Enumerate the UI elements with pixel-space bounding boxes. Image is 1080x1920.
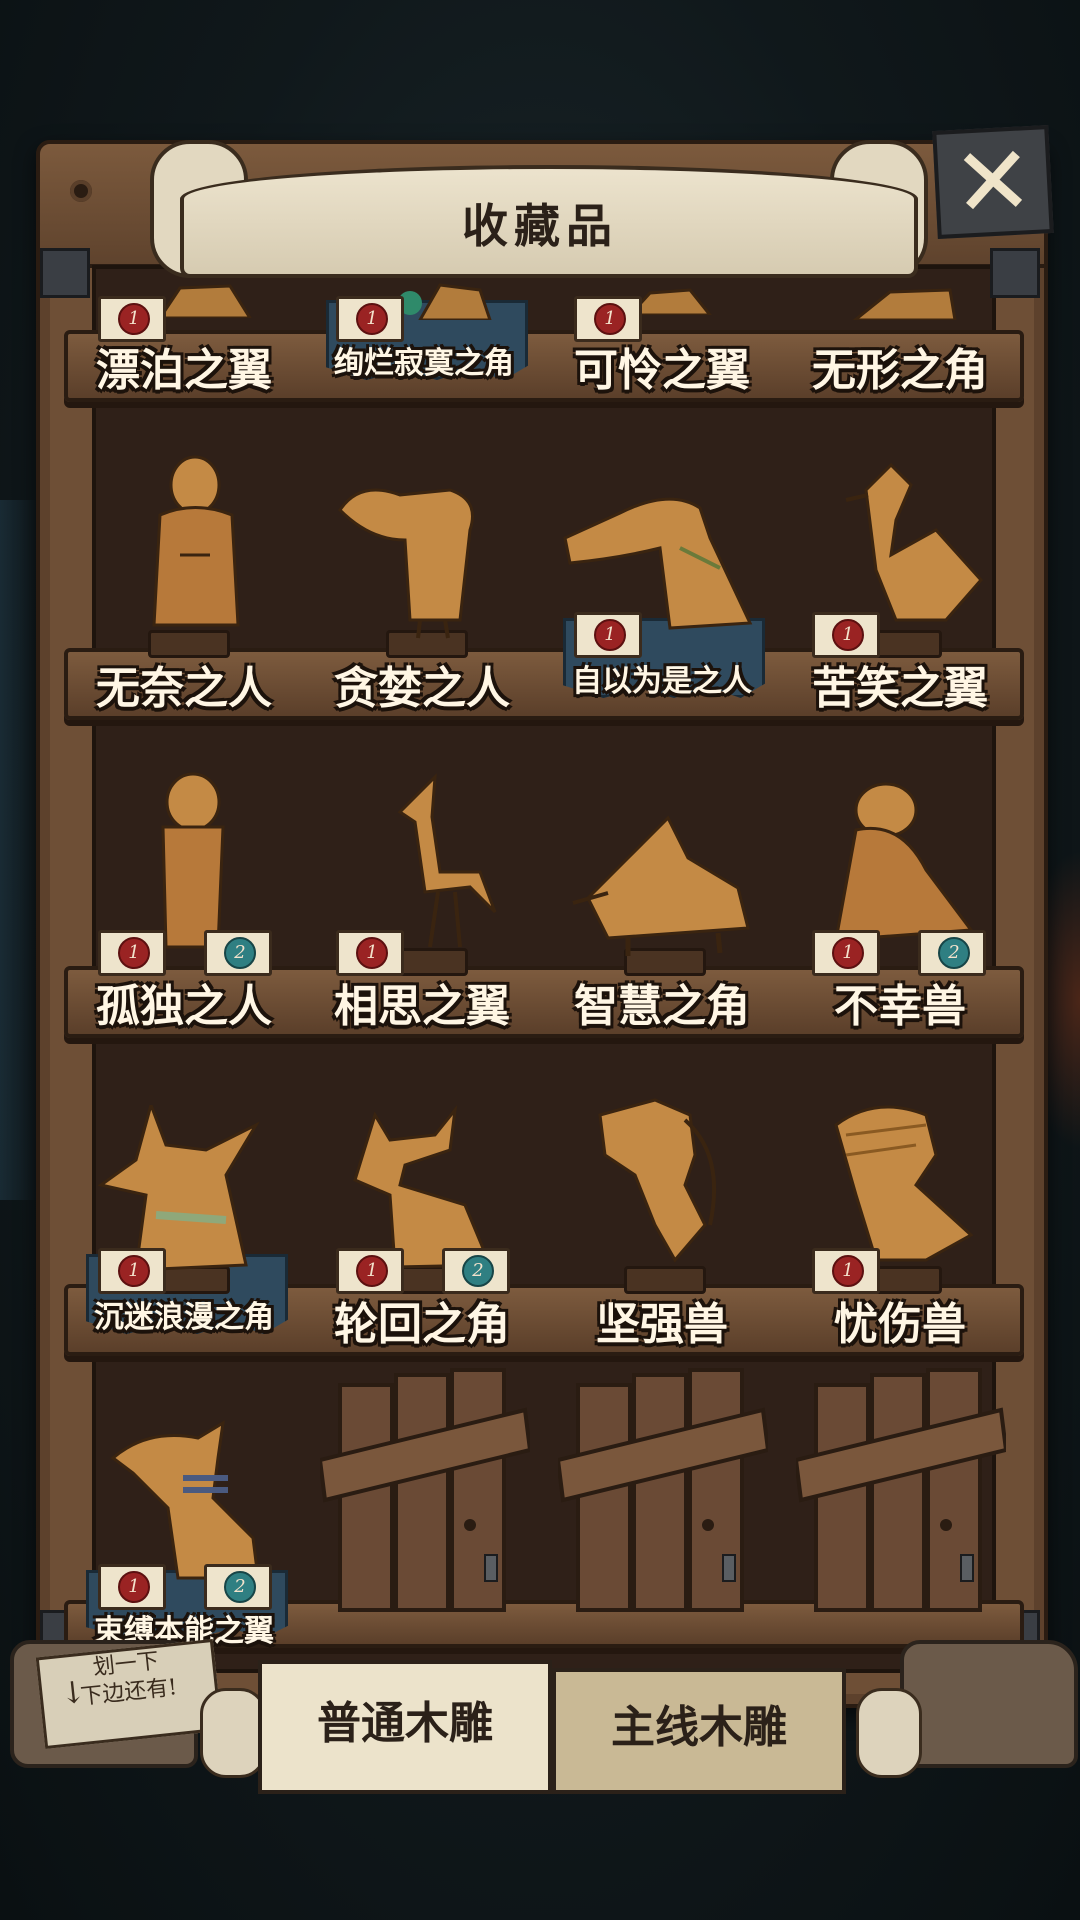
close-button[interactable]: ✕ [932,123,1054,241]
item-label[interactable]: 不幸兽 [790,970,1010,1034]
background-glow-left [0,500,40,1200]
wood-carving-person[interactable] [560,468,760,633]
item-label[interactable]: 智慧之角 [552,970,772,1034]
wood-carving-bird[interactable] [360,772,500,952]
wood-carving-beast[interactable] [826,780,976,950]
item-label[interactable]: 苦笑之翼 [790,652,1010,716]
item-label[interactable]: 沉迷浪漫之角 [74,1292,294,1336]
item-label[interactable]: 轮回之角 [312,1288,532,1352]
wood-carving-horn[interactable] [345,1105,495,1270]
wood-carving-beast[interactable] [826,1095,976,1270]
item-label[interactable]: 相思之翼 [312,970,532,1034]
wood-carving-wing[interactable] [108,1418,268,1583]
scroll-roll-right [856,1688,922,1778]
tab-normal-carvings[interactable]: 普通木雕 [258,1660,552,1794]
count-badge: 2 [204,1564,272,1610]
wood-carving-horn [850,280,960,320]
tab-main-carvings[interactable]: 主线木雕 [552,1668,846,1794]
item-label[interactable]: 孤独之人 [74,970,294,1034]
scroll-hint-sign: ↓ 划一下 下边还有! [35,1638,223,1750]
item-label[interactable]: 可怜之翼 [552,334,772,398]
item-label[interactable]: 贪婪之人 [312,652,532,716]
item-label[interactable]: 漂泊之翼 [74,334,294,398]
count-badge: 1 [336,296,404,342]
item-label[interactable]: 坚强兽 [552,1288,772,1352]
item-label[interactable]: 无形之角 [790,334,1010,398]
wood-carving-turtle[interactable] [568,808,753,958]
locked-slot-boards [555,1365,771,1615]
metal-corner-icon [40,248,90,298]
locked-slot-boards [317,1365,533,1615]
wood-carving-person[interactable] [148,772,233,952]
bolt-icon [70,180,92,202]
item-label[interactable]: 忧伤兽 [790,1288,1010,1352]
wood-carving-person[interactable] [330,470,495,640]
close-icon: ✕ [949,123,1037,241]
metal-corner-icon [990,248,1040,298]
count-badge: 1 [98,1564,166,1610]
wood-carving-person[interactable] [140,455,250,640]
item-label[interactable]: 无奈之人 [74,652,294,716]
item-label[interactable]: 自以为是之人 [552,656,772,700]
item-label[interactable]: 绚烂寂寞之角 [314,338,534,382]
locked-slot-boards [793,1365,1009,1615]
scroll-roll-left [200,1688,266,1778]
count-badge: 1 [98,1248,166,1294]
page-title: 收藏品 [462,199,618,253]
count-badge: 1 [574,612,642,658]
stones-decoration [900,1640,1078,1768]
wood-carving-beast[interactable] [595,1095,735,1270]
arrow-down-icon: ↓ [58,1674,88,1713]
